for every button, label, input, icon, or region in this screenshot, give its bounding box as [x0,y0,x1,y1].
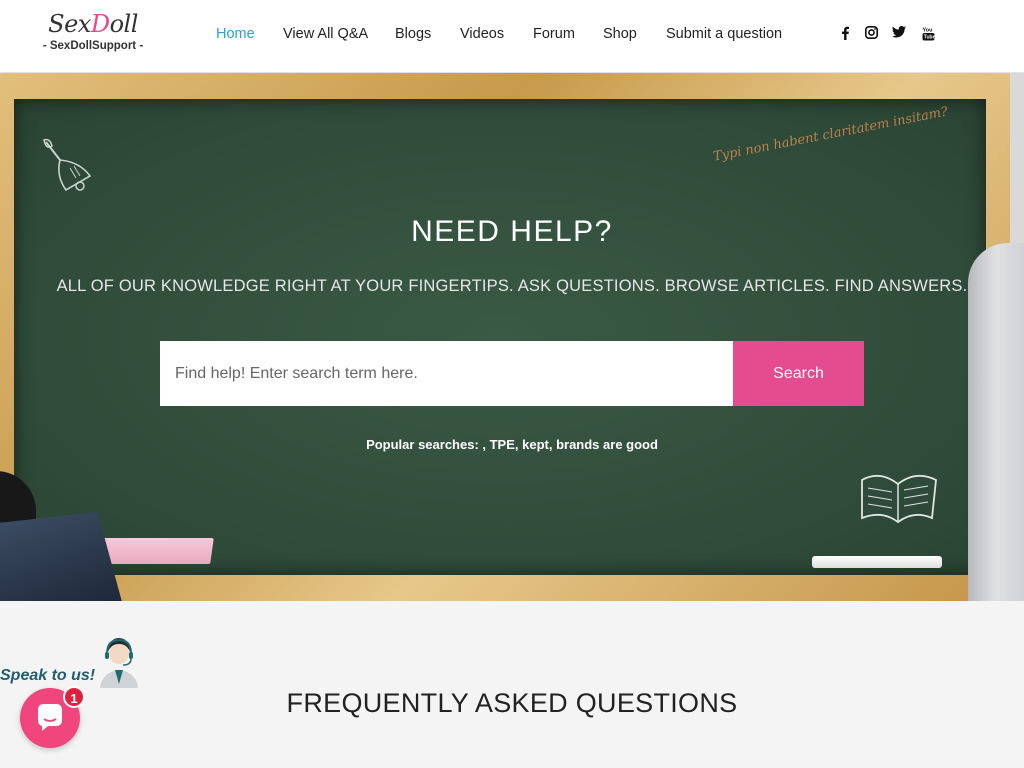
eraser-decoration [98,538,214,564]
nav-shop[interactable]: Shop [603,26,637,42]
instagram-icon[interactable] [864,26,878,42]
youtube-icon[interactable]: You Tube [921,26,935,42]
logo-wordmark: SexDoll [48,10,138,38]
nav-view-all-qa[interactable]: View All Q&A [283,26,368,42]
hero-title: NEED HELP? [411,215,613,248]
faq-section [0,601,1024,768]
chat-unread-badge: 1 [63,686,85,708]
hero-subtitle: ALL OF OUR KNOWLEDGE RIGHT AT YOUR FINGE… [56,277,968,295]
support-agent-icon[interactable] [96,632,142,688]
faq-title: FREQUENTLY ASKED QUESTIONS [286,688,738,718]
nav-videos[interactable]: Videos [460,26,504,42]
site-header: SexDoll - SexDollSupport - Home View All… [0,0,1024,73]
svg-text:Tube: Tube [923,35,934,41]
bell-doodle-icon [43,138,92,192]
chalkboard [14,99,986,575]
book-doodle-icon [861,474,937,524]
site-logo[interactable]: SexDoll - SexDollSupport - [38,9,148,53]
person-illustration-right [968,243,1024,601]
nav-blogs[interactable]: Blogs [395,26,431,42]
nav-home[interactable]: Home [216,26,255,42]
nav-submit-question[interactable]: Submit a question [666,26,782,42]
facebook-icon[interactable] [838,26,852,42]
search-input[interactable] [160,341,733,406]
svg-text:You: You [922,28,932,34]
nav-forum[interactable]: Forum [533,26,575,42]
logo-tagline: - SexDollSupport - [42,40,144,52]
search-button[interactable]: Search [733,341,864,406]
chalk-stick-decoration [812,556,942,568]
speak-to-us-label[interactable]: Speak to us! [0,667,95,685]
popular-searches: Popular searches: , TPE, kept, brands ar… [366,437,658,452]
twitter-icon[interactable] [892,26,906,42]
